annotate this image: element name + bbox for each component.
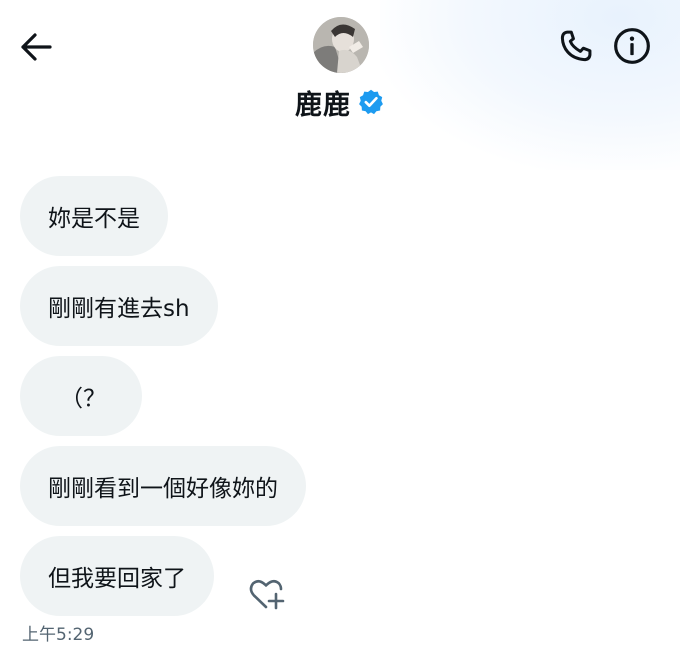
- add-reaction-button[interactable]: [246, 574, 288, 616]
- message-bubble[interactable]: （？: [20, 356, 142, 436]
- conversation-info-button[interactable]: [608, 22, 656, 70]
- avatar-image: [313, 17, 369, 73]
- message-bubble[interactable]: 剛剛有進去sh: [20, 266, 218, 346]
- conversation-header: 鹿鹿: [0, 0, 680, 150]
- message-timestamp: 上午5:29: [22, 625, 95, 645]
- phone-icon: [560, 30, 592, 62]
- message-bubble[interactable]: 妳是不是: [20, 176, 168, 256]
- verified-badge-icon: [359, 89, 383, 115]
- back-button[interactable]: [14, 27, 58, 67]
- message-bubble[interactable]: 剛剛看到一個好像妳的: [20, 446, 306, 526]
- message-bubble[interactable]: 但我要回家了: [20, 536, 214, 616]
- contact-name: 鹿鹿: [295, 89, 351, 121]
- heart-plus-icon: [249, 579, 285, 610]
- info-icon: [614, 28, 650, 64]
- call-button[interactable]: [552, 22, 600, 70]
- contact-name-row[interactable]: 鹿鹿: [0, 82, 680, 122]
- arrow-left-icon: [21, 33, 52, 61]
- avatar[interactable]: [313, 17, 369, 73]
